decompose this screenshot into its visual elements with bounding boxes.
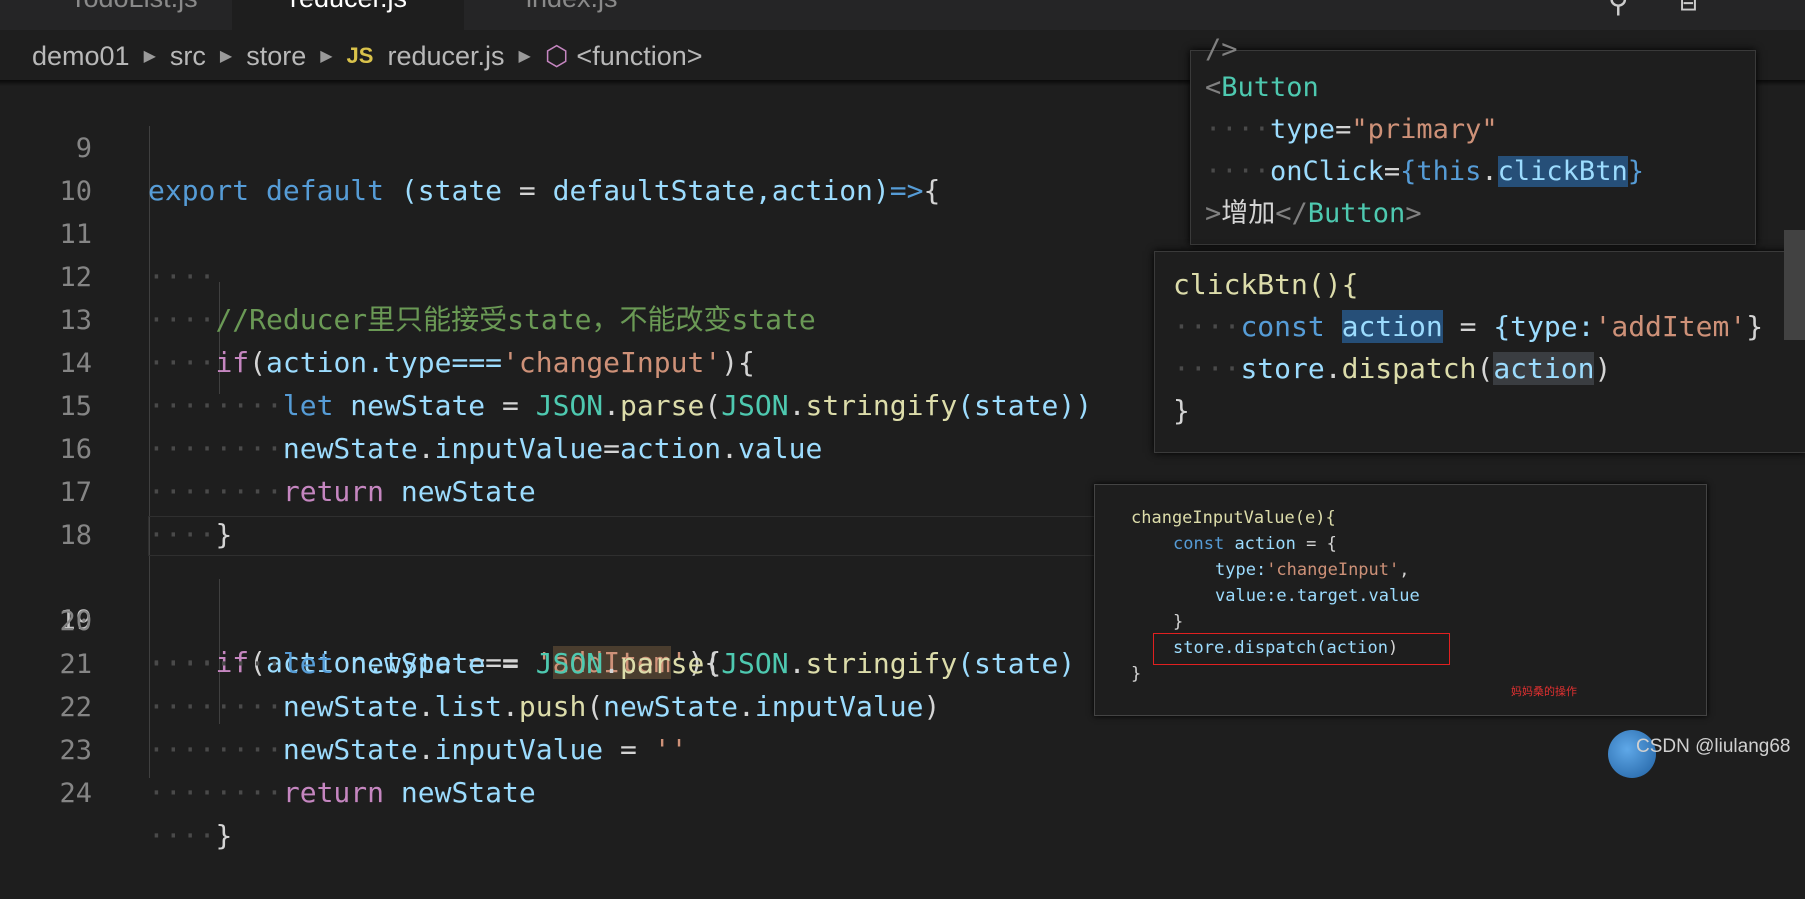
breadcrumb-item-store[interactable]: store [246, 41, 306, 72]
token: { [1400, 156, 1417, 187]
token: > [1405, 198, 1422, 229]
token: ) [1594, 352, 1612, 385]
code-line: clickBtn(){ [1173, 264, 1358, 306]
tab-todolist[interactable]: TodoList.js [0, 0, 232, 30]
js-file-icon: JS [346, 43, 374, 68]
token: value: [1215, 586, 1277, 606]
changeinput-snippet-overlay: changeInputValue(e){ const action = { ty… [1094, 484, 1707, 716]
watermark: CSDN @liulang68 [1636, 736, 1791, 757]
tab-index[interactable]: index.js [464, 0, 696, 30]
token: "primary" [1351, 114, 1498, 145]
breadcrumb-item-symbol[interactable]: <function> [576, 41, 702, 72]
token: 'addItem' [1594, 310, 1747, 343]
token: {type: [1493, 310, 1595, 343]
code-line: <Button [1205, 67, 1319, 109]
breadcrumb-item-file[interactable]: reducer.js [387, 41, 504, 72]
code-line: 24 ····} [0, 731, 1805, 852]
token: } [1746, 310, 1764, 343]
chevron-right-icon: ▶ [219, 48, 233, 65]
code-line: value:e.target.value [1215, 583, 1420, 609]
code-line: } [1173, 609, 1183, 635]
code-line: } [1131, 661, 1141, 687]
split-editor-icon[interactable]: ⚲ [1608, 0, 1629, 19]
token: 增加 [1221, 198, 1276, 229]
token: > [1205, 198, 1222, 229]
token: const [1173, 534, 1225, 554]
token: , [1399, 560, 1410, 580]
token: Button [1221, 72, 1319, 103]
token: = [1383, 156, 1401, 187]
code-line: } [1173, 390, 1190, 432]
chevron-right-icon: ▶ [320, 48, 333, 65]
token: e.target.value [1276, 586, 1420, 606]
code-line: changeInputValue(e){ [1131, 505, 1336, 531]
token: dispatch [1341, 352, 1477, 385]
tab-label: index.js [526, 0, 618, 13]
tab-reducer[interactable]: reducer.js [232, 0, 464, 30]
token: clickBtn(){ [1173, 268, 1359, 301]
code-line: >增加</Button> [1205, 193, 1422, 235]
token: = [1335, 114, 1352, 145]
red-annotation-box [1153, 633, 1450, 665]
code-line: ····const action = {type:'addItem'} [1173, 310, 1764, 343]
vertical-scrollbar[interactable] [1784, 230, 1805, 340]
token: const [1240, 310, 1325, 343]
tab-label: reducer.js [290, 0, 407, 13]
breadcrumb-item-src[interactable]: src [170, 41, 206, 72]
token: 'changeInput' [1266, 560, 1400, 580]
line-number: 24 [59, 778, 92, 809]
chevron-right-icon: ▶ [518, 48, 531, 65]
breadcrumb-item-demo01[interactable]: demo01 [32, 41, 130, 72]
token: this [1416, 156, 1482, 187]
token: ( [1476, 352, 1494, 385]
token: . [1324, 352, 1342, 385]
breadcrumb: demo01 ▶ src ▶ store ▶ JS reducer.js ▶ ⬡… [32, 34, 703, 78]
tab-label: TodoList.js [70, 0, 198, 13]
chevron-right-icon: ▶ [143, 48, 156, 65]
code-line: ····type="primary" [1205, 114, 1498, 145]
annotation-note: 妈妈桑的操作 [1511, 685, 1577, 698]
token: type [1270, 114, 1336, 145]
token: . [1481, 156, 1498, 187]
token: newState [400, 776, 536, 809]
token: type: [1215, 560, 1267, 580]
token: return [282, 776, 385, 809]
current-line-highlight [148, 516, 1098, 556]
tab-bar: TodoList.js reducer.js index.js ⚲ ⊟ [0, 0, 1805, 30]
selected-token: action [1493, 352, 1595, 385]
code-line: ····onClick={this.clickBtn} [1205, 156, 1644, 187]
token: } [1131, 664, 1142, 684]
token: changeInputValue(e){ [1131, 508, 1336, 528]
code-line: /> [1205, 34, 1238, 65]
code-line: const action = { [1173, 531, 1337, 557]
token: = [1459, 310, 1477, 343]
token: = { [1306, 534, 1337, 554]
token: } [1173, 612, 1184, 632]
layout-icon[interactable]: ⊟ [1680, 0, 1697, 19]
token: } [1173, 394, 1190, 427]
token: Button [1307, 198, 1406, 229]
clickbtn-snippet-overlay: clickBtn(){ ····const action = {type:'ad… [1154, 251, 1805, 453]
token: } [215, 819, 233, 852]
button-snippet-overlay: /> <Button ····type="primary" ····onClic… [1190, 34, 1756, 245]
symbol-method-icon: ⬡ [544, 40, 569, 71]
code-line: ····store.dispatch(action) [1173, 352, 1612, 385]
selected-token: action [1341, 310, 1443, 343]
token: store [1240, 352, 1325, 385]
token: </ [1275, 198, 1308, 229]
token: action [1234, 534, 1296, 554]
token: } [1627, 156, 1644, 187]
code-line: type:'changeInput', [1215, 557, 1410, 583]
token: < [1205, 72, 1222, 103]
token: onClick [1270, 156, 1384, 187]
selected-token: clickBtn [1497, 156, 1628, 187]
